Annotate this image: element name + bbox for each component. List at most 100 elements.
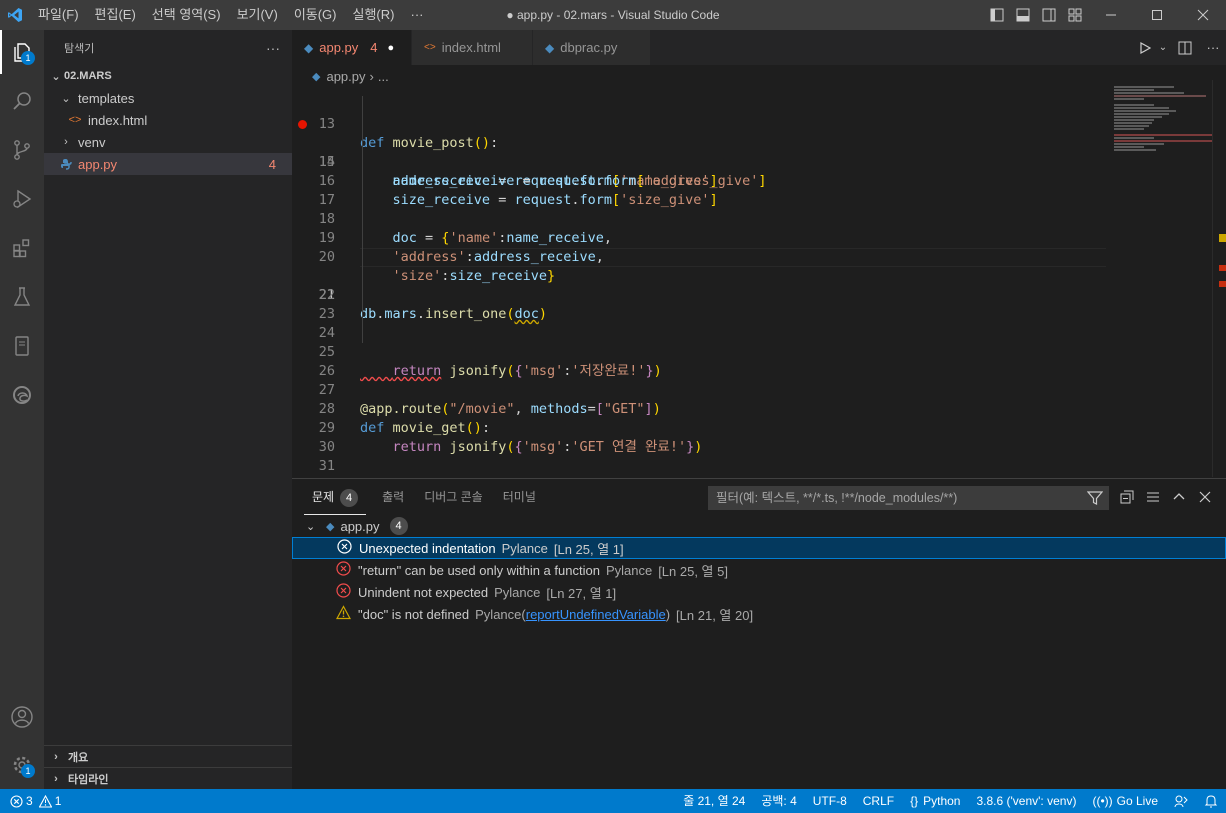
tab-problems[interactable]: 문제 4 (304, 479, 367, 515)
tab-debug-console[interactable]: 디버그 콘솔 (416, 479, 491, 515)
menu-view[interactable]: 보기(V) (229, 0, 286, 30)
tree-item-index-html[interactable]: <> index.html (44, 109, 292, 131)
collapse-all-icon[interactable] (1114, 479, 1140, 515)
source-control-icon[interactable] (0, 128, 44, 172)
group-file-name: app.py (340, 518, 380, 534)
tree-item-label: app.py (78, 156, 118, 172)
tab-dbprac-py[interactable]: ◆ dbprac.py (533, 30, 651, 65)
maximize-icon[interactable] (1134, 0, 1180, 30)
search-icon[interactable] (0, 79, 44, 123)
minimap[interactable] (1112, 80, 1212, 477)
activity-bar: 1 1 (0, 30, 44, 789)
toggle-primary-sidebar-icon[interactable] (984, 0, 1010, 30)
manage-gear-icon[interactable]: 1 (0, 743, 44, 787)
remote-explorer-icon[interactable] (0, 324, 44, 368)
tab-terminal[interactable]: 터미널 (495, 479, 544, 515)
problem-item[interactable]: "doc" is not defined Pylance(reportUndef… (292, 603, 1226, 625)
tree-item-label: venv (78, 134, 106, 150)
go-live-button[interactable]: ((•)) Go Live (1084, 789, 1166, 813)
workspace-root[interactable]: ⌄ 02.MARS (44, 65, 292, 87)
problem-item[interactable]: Unindent not expected Pylance [Ln 27, 열 … (292, 581, 1226, 603)
problems-status[interactable]: 3 1 (0, 789, 69, 813)
error-circle-icon (336, 583, 352, 601)
edge-devtools-icon[interactable] (0, 373, 44, 417)
problem-rule-close-paren: ) (665, 606, 671, 622)
problems-filter-input[interactable]: 필터(예: 텍스트, **/*.ts, !**/node_modules/**) (708, 486, 1109, 510)
problem-item[interactable]: "return" can be used only within a funct… (292, 559, 1226, 581)
run-debug-icon[interactable] (0, 177, 44, 221)
timeline-section[interactable]: › 타임라인 (44, 767, 292, 789)
extensions-icon[interactable] (0, 226, 44, 270)
tree-item-app-py[interactable]: app.py 4 (44, 153, 292, 175)
title-bar: 파일(F) 편집(E) 선택 영역(S) 보기(V) 이동(G) 실행(R) ·… (0, 0, 1226, 30)
code-line: 28 def movie_get(): (318, 401, 491, 436)
accounts-icon[interactable] (0, 695, 44, 739)
notifications-bell-icon[interactable] (1196, 789, 1226, 813)
tab-index-html[interactable]: <> index.html (412, 30, 533, 65)
code-line: 23 (318, 306, 335, 322)
code-editor[interactable]: 12 @app.route("/movie", methods=["POST"]… (292, 80, 1112, 477)
menu-run[interactable]: 실행(R) (345, 0, 403, 30)
run-dropdown-chevron-icon[interactable]: ⌄ (1156, 30, 1170, 65)
tree-item-venv[interactable]: › venv (44, 131, 292, 153)
customize-layout-icon[interactable] (1062, 0, 1088, 30)
window-title: ● app.py - 02.mars - Visual Studio Code (506, 8, 720, 22)
tab-output[interactable]: 출력 (374, 479, 412, 515)
cursor-position[interactable]: 줄 21, 열 24 (675, 789, 753, 813)
close-panel-icon[interactable] (1192, 479, 1218, 515)
indentation[interactable]: 공백: 4 (753, 789, 804, 813)
menu-go[interactable]: 이동(G) (286, 0, 345, 30)
explorer-icon[interactable]: 1 (0, 30, 44, 74)
problem-location: [Ln 25, 열 1] (553, 541, 624, 557)
toggle-secondary-sidebar-icon[interactable] (1036, 0, 1062, 30)
outline-section[interactable]: › 개요 (44, 745, 292, 767)
sidebar-title: 탐색기 (64, 42, 95, 55)
encoding[interactable]: UTF-8 (805, 789, 855, 813)
filter-funnel-icon[interactable] (1086, 490, 1104, 514)
code-line: 16 size_receive = request.form['size_giv… (318, 173, 718, 208)
problem-item[interactable]: Unexpected indentation Pylance [Ln 25, 열… (292, 537, 1226, 559)
maximize-panel-chevron-up-icon[interactable] (1166, 479, 1192, 515)
code-line: 14 name_receive = request.form['name_giv… (292, 115, 1112, 189)
timeline-label: 타임라인 (68, 773, 109, 786)
menu-file[interactable]: 파일(F) (30, 0, 87, 30)
split-editor-icon[interactable] (1170, 30, 1200, 65)
group-count-badge: 4 (389, 517, 408, 535)
menu-more[interactable]: ··· (402, 0, 431, 30)
tab-app-py[interactable]: ◆ app.py 4 ● (292, 30, 412, 65)
code-line: 22 (318, 287, 335, 303)
feedback-icon[interactable] (1166, 789, 1196, 813)
editor-scrollbar[interactable] (1212, 80, 1226, 477)
html-file-icon: <> (424, 42, 436, 53)
breakpoint-icon[interactable] (298, 120, 307, 129)
view-as-list-icon[interactable] (1140, 479, 1166, 515)
warning-count: 1 (54, 794, 62, 808)
code-line-current: 21 db.mars.insert_one(doc) (292, 248, 1112, 322)
status-bar: 3 1 줄 21, 열 24 공백: 4 UTF-8 CRLF {} Pytho… (0, 789, 1226, 813)
menu-selection[interactable]: 선택 영역(S) (144, 0, 229, 30)
unsaved-dot-icon[interactable]: ● (388, 42, 395, 54)
tree-item-templates[interactable]: ⌄ templates (44, 87, 292, 109)
problem-source: Pylance (501, 540, 548, 556)
problems-file-group[interactable]: ⌄ ◆ app.py 4 (292, 515, 1226, 537)
problem-location: [Ln 25, 열 5] (658, 563, 728, 579)
python-interpreter[interactable]: 3.8.6 ('venv': venv) (968, 789, 1084, 813)
menu-edit[interactable]: 편집(E) (87, 0, 144, 30)
chevron-right-icon: › (54, 772, 58, 785)
problem-source: Pylance (494, 584, 541, 600)
toggle-panel-icon[interactable] (1010, 0, 1036, 30)
minimize-icon[interactable] (1088, 0, 1134, 30)
more-actions-icon[interactable]: ··· (1200, 30, 1226, 65)
code-line: 31 if __name__ == '__main__': (318, 458, 335, 474)
language-mode[interactable]: {} Python (902, 789, 968, 813)
end-of-line[interactable]: CRLF (855, 789, 902, 813)
problem-rule-link[interactable]: reportUndefinedVariable (526, 607, 666, 622)
code-line: 20 'size':size_receive} (318, 249, 556, 284)
close-icon[interactable] (1180, 0, 1226, 30)
run-python-file-icon[interactable] (1134, 30, 1156, 65)
vscode-logo-icon (0, 0, 30, 30)
sidebar-more-button[interactable]: ··· (266, 40, 280, 56)
python-file-icon: ◆ (545, 40, 555, 55)
testing-flask-icon[interactable] (0, 275, 44, 319)
settings-badge: 1 (21, 764, 35, 778)
